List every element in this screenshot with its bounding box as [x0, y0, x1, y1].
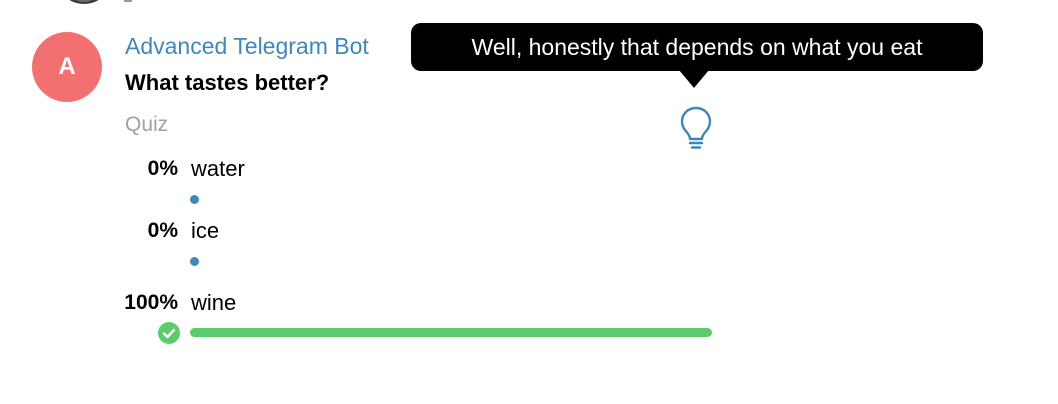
option-percent: 0% — [147, 219, 178, 242]
option-label: ice — [191, 218, 220, 243]
option-label: water — [191, 156, 245, 181]
option-label: wine — [191, 290, 237, 315]
option-percent: 100% — [124, 291, 178, 314]
option-percent: 0% — [147, 157, 178, 180]
previous-message-fragment — [124, 0, 132, 2]
tooltip-arrow — [679, 70, 709, 88]
vote-bar-empty — [190, 195, 199, 204]
chat-view: A Advanced Telegram Bot What tastes bett… — [0, 0, 1058, 404]
sender-avatar[interactable]: A — [32, 32, 102, 102]
poll-question: What tastes better? — [125, 70, 330, 95]
vote-bar-fill — [190, 328, 712, 337]
lightbulb-icon[interactable] — [679, 105, 713, 151]
previous-message-avatar[interactable] — [62, 0, 106, 4]
explanation-tooltip: Well, honestly that depends on what you … — [411, 23, 983, 71]
poll-type-label: Quiz — [125, 113, 169, 136]
vote-bar-empty — [190, 257, 199, 266]
correct-answer-check-icon — [158, 322, 180, 344]
explanation-text: Well, honestly that depends on what you … — [471, 33, 923, 60]
avatar-letter: A — [58, 53, 76, 80]
sender-name[interactable]: Advanced Telegram Bot — [125, 33, 425, 60]
